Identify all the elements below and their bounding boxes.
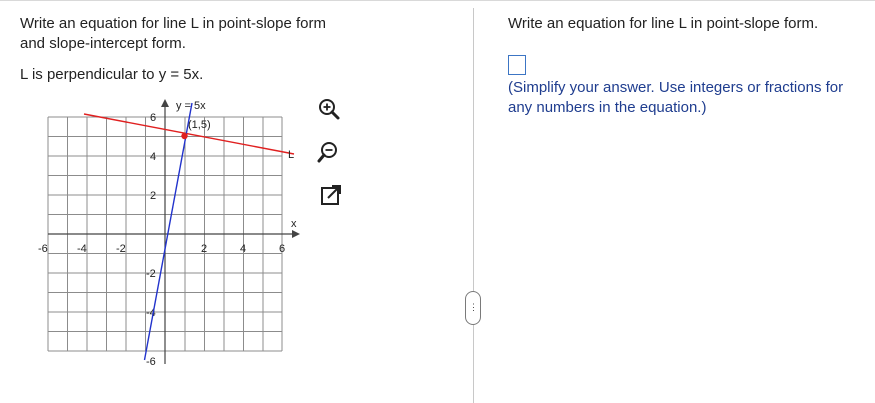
answer-title: Write an equation for line L in point-sl… bbox=[508, 15, 819, 32]
zoom-in-icon[interactable] bbox=[316, 96, 342, 122]
axes bbox=[48, 104, 296, 364]
y-tick-6: 6 bbox=[150, 112, 156, 124]
y-tick--6: -6 bbox=[146, 356, 156, 368]
y-tick--2: -2 bbox=[146, 268, 156, 280]
curve-label: y = 5x bbox=[176, 100, 206, 112]
y-axis-arrow bbox=[161, 99, 169, 107]
x-tick--2: -2 bbox=[116, 243, 126, 255]
answer-hint: (Simplify your answer. Use integers or f… bbox=[508, 79, 844, 116]
zoom-out-icon[interactable] bbox=[316, 139, 342, 165]
question-panel: Write an equation for line L in point-sl… bbox=[0, 0, 473, 403]
x-tick--6: -6 bbox=[38, 243, 48, 255]
answer-input[interactable] bbox=[508, 55, 526, 75]
condition-text: L is perpendicular to y = 5x. bbox=[20, 66, 204, 83]
x-axis-arrow bbox=[292, 230, 300, 238]
x-tick--4: -4 bbox=[77, 243, 87, 255]
intersection-point bbox=[181, 132, 188, 140]
x-tick-2: 2 bbox=[201, 243, 207, 255]
question-text-line2: and slope-intercept form. bbox=[20, 35, 186, 52]
point-label: (1,5) bbox=[188, 119, 211, 131]
popout-icon[interactable] bbox=[318, 182, 344, 208]
question-text-line1: Write an equation for line L in point-sl… bbox=[20, 15, 326, 32]
coordinate-graph: x -6 -4 -2 2 4 6 6 4 2 -2 -4 -6 L y = 5x… bbox=[38, 99, 300, 368]
y-tick-2: 2 bbox=[150, 190, 156, 202]
answer-panel: Write an equation for line L in point-sl… bbox=[474, 0, 875, 403]
x-tick-4: 4 bbox=[240, 243, 246, 255]
y-tick-4: 4 bbox=[150, 151, 156, 163]
x-tick-6: 6 bbox=[279, 243, 285, 255]
line-L-label: L bbox=[288, 149, 294, 161]
x-axis-label: x bbox=[291, 218, 297, 230]
